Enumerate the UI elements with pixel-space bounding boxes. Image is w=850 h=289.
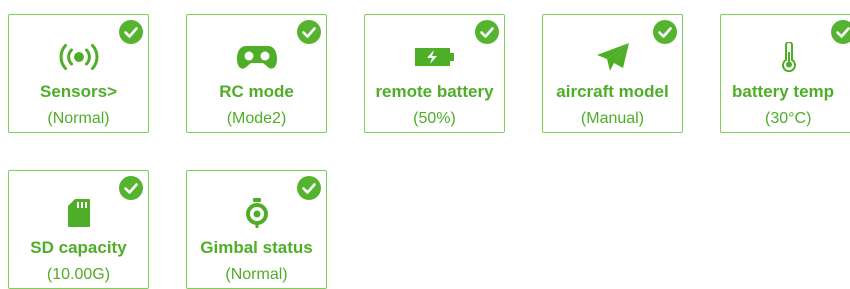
tile-sd-capacity[interactable]: SD capacity (10.00G) (8, 170, 149, 289)
check-icon (119, 20, 143, 44)
tile-status: (Normal) (225, 266, 288, 283)
tile-title: aircraft model (556, 82, 669, 101)
sd-card-icon (9, 198, 148, 228)
tile-aircraft-model[interactable]: aircraft model (Manual) (542, 14, 683, 133)
tile-title: SD capacity (30, 238, 127, 257)
sensor-signal-icon (9, 42, 148, 72)
tile-status: (10.00G) (46, 266, 111, 283)
check-icon (831, 20, 850, 44)
tile-sensors[interactable]: Sensors> (Normal) (8, 14, 149, 133)
tile-title: RC mode (219, 82, 294, 101)
gamepad-icon (187, 42, 326, 72)
paper-plane-icon (543, 42, 682, 72)
tile-remote-battery[interactable]: remote battery (50%) (364, 14, 505, 133)
tile-title: remote battery (375, 82, 494, 101)
tile-status: (Normal) (47, 110, 110, 127)
tile-gimbal-status[interactable]: Gimbal status (Normal) (186, 170, 327, 289)
tile-title: Sensors> (39, 82, 117, 101)
check-icon (297, 176, 321, 200)
check-icon (653, 20, 677, 44)
tile-title: Gimbal status (200, 238, 313, 257)
tile-status: (30°C) (765, 110, 812, 127)
check-icon (297, 20, 321, 44)
tile-battery-temp[interactable]: battery temp (30°C) (720, 14, 850, 133)
tile-status: (Manual) (580, 110, 645, 127)
thermometer-icon (721, 42, 850, 72)
tile-status: (50%) (413, 110, 456, 127)
tile-title: battery temp (732, 82, 835, 101)
tile-rc-mode[interactable]: RC mode (Mode2) (186, 14, 327, 133)
gimbal-icon (187, 198, 326, 228)
check-icon (119, 176, 143, 200)
battery-charging-icon (365, 42, 504, 72)
check-icon (475, 20, 499, 44)
tile-status: (Mode2) (226, 110, 287, 127)
